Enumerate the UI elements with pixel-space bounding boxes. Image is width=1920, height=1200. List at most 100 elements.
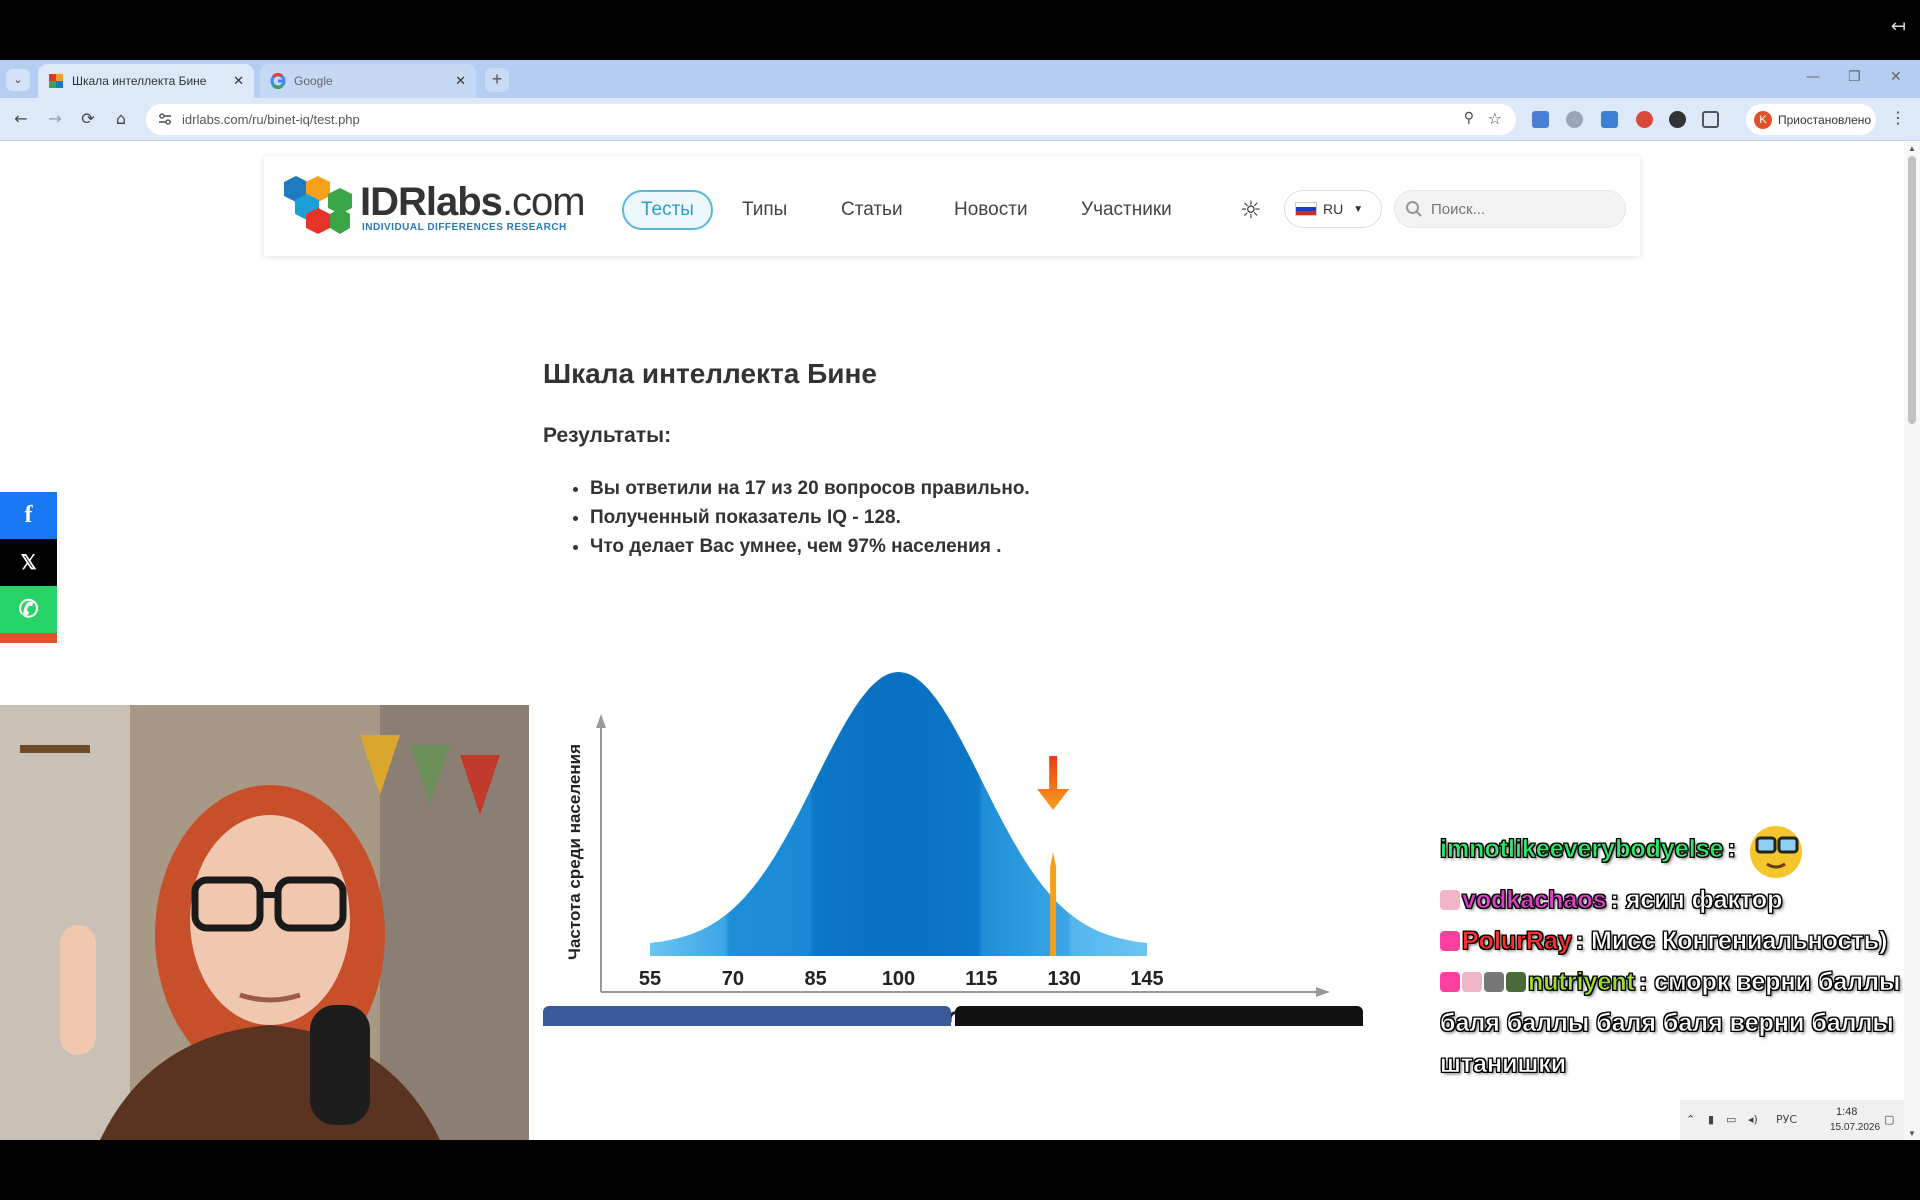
tab-google[interactable]: Google ✕ xyxy=(260,64,476,98)
close-window-icon[interactable]: ✕ xyxy=(1890,69,1902,85)
tab-title: Google xyxy=(294,74,333,88)
extension-translate-icon[interactable] xyxy=(1601,111,1618,128)
chat-text: Мисс Конгениальность) xyxy=(1591,927,1888,956)
tab-search-button[interactable]: ⌄ xyxy=(6,69,30,91)
nerd-face-emote-icon xyxy=(1749,826,1802,878)
browser-toolbar: ← → ⟳ ⌂ idrlabs.com/ru/binet-iq/test.php… xyxy=(0,98,1920,141)
results-list: Вы ответили на 17 из 20 вопросов правиль… xyxy=(590,478,1030,565)
y-axis-label: Частота среди населения xyxy=(565,744,584,960)
reload-icon[interactable]: ⟳ xyxy=(77,109,99,128)
browser-menu-icon[interactable]: ⋮ xyxy=(1890,108,1906,127)
x-tick-label: 100 xyxy=(882,968,915,990)
y-axis-arrow xyxy=(596,714,606,728)
search-input[interactable] xyxy=(1431,200,1611,218)
extensions-puzzle-icon[interactable] xyxy=(1702,111,1719,128)
nav-types[interactable]: Типы xyxy=(742,190,787,230)
new-tab-button[interactable]: + xyxy=(485,68,509,92)
avatar: K xyxy=(1754,110,1772,129)
zoom-icon[interactable]: ⚲ xyxy=(1464,110,1474,126)
chat-message: PolurRay: Мисс Конгениальность) xyxy=(1440,921,1910,962)
x-tick-label: 55 xyxy=(639,968,661,990)
minimize-icon[interactable]: — xyxy=(1806,69,1820,85)
share-results-facebook-button[interactable] xyxy=(543,1006,951,1026)
page-title: Шкала интеллекта Бине xyxy=(543,358,877,389)
profile-button[interactable]: K Приостановлено xyxy=(1746,104,1876,135)
logo-subtitle: INDIVIDUAL DIFFERENCES RESEARCH xyxy=(362,222,567,233)
language-label: RU xyxy=(1323,201,1344,217)
x-icon: 𝕏 xyxy=(20,552,37,574)
tab-close-icon[interactable]: ✕ xyxy=(455,74,466,89)
list-item: Что делает Вас умнее, чем 97% населения … xyxy=(590,536,1030,558)
logo-text: IDRlabs.com xyxy=(360,180,586,224)
score-arrow-icon xyxy=(1037,756,1070,810)
forward-icon[interactable]: → xyxy=(44,109,66,128)
tray-network-icon[interactable]: ▭ xyxy=(1726,1113,1736,1126)
idrlabs-favicon-icon xyxy=(49,74,63,88)
russia-flag-icon xyxy=(1295,202,1317,216)
back-icon[interactable]: ← xyxy=(10,109,32,128)
url-text[interactable]: idrlabs.com/ru/binet-iq/test.php xyxy=(182,112,360,127)
facebook-share-button[interactable]: f xyxy=(0,492,57,539)
whatsapp-share-button[interactable]: ✆ xyxy=(0,586,57,633)
nav-news[interactable]: Новости xyxy=(954,190,1028,230)
chat-username: imnotlikeeverybodyelse xyxy=(1440,834,1724,863)
webcam-overlay xyxy=(0,705,529,1140)
tab-idrlabs[interactable]: Шкала интеллекта Бине ✕ xyxy=(38,64,254,98)
chat-username: nutriyent xyxy=(1528,968,1636,997)
extension-dark-icon[interactable] xyxy=(1669,111,1686,128)
more-share-button[interactable] xyxy=(0,633,57,643)
tray-chevron-icon[interactable]: ⌃ xyxy=(1686,1113,1695,1126)
list-item: Вы ответили на 17 из 20 вопросов правиль… xyxy=(590,478,1030,500)
x-share-button[interactable]: 𝕏 xyxy=(0,539,57,586)
extension-v-icon[interactable] xyxy=(1532,111,1549,128)
screen: ↤ ⌄ Шкала интеллекта Бине ✕ Google ✕ + —… xyxy=(0,0,1920,1200)
chat-text: ясин фактор xyxy=(1625,886,1783,915)
tray-volume-icon[interactable]: ◂) xyxy=(1748,1113,1758,1126)
x-tick-label: 145 xyxy=(1130,968,1163,990)
chat-message: nutriyent: сморк верни баллы баля баллы … xyxy=(1440,968,1901,1079)
clock-time[interactable]: 1:48 xyxy=(1836,1106,1857,1118)
tab-title: Шкала интеллекта Бине xyxy=(72,74,207,88)
tray-usb-icon[interactable]: ▮ xyxy=(1708,1113,1714,1126)
profile-status-label: Приостановлено xyxy=(1778,112,1872,127)
scroll-down-icon[interactable]: ▼ xyxy=(1908,1129,1916,1138)
list-item: Полученный показатель IQ - 128. xyxy=(590,507,1030,529)
x-tick-label: 85 xyxy=(805,968,827,990)
maximize-icon[interactable]: ❐ xyxy=(1848,69,1861,85)
site-info-icon[interactable] xyxy=(156,110,174,128)
score-marker-bar xyxy=(1050,852,1057,956)
bell-curve-area xyxy=(650,672,1147,956)
chat-message: imnotlikeeverybodyelse: xyxy=(1440,820,1910,880)
exit-fullscreen-icon[interactable]: ↤ xyxy=(1891,16,1906,37)
site-search[interactable] xyxy=(1394,190,1626,228)
chat-badge-icon xyxy=(1506,972,1526,992)
address-bar[interactable]: idrlabs.com/ru/binet-iq/test.php ⚲ ☆ xyxy=(146,104,1516,135)
notification-icon[interactable]: ▢ xyxy=(1884,1113,1894,1126)
nav-members[interactable]: Участники xyxy=(1081,190,1172,230)
site-logo[interactable]: IDRlabs.com INDIVIDUAL DIFFERENCES RESEA… xyxy=(282,174,586,236)
x-tick-label: 115 xyxy=(965,968,997,990)
tray-language[interactable]: РУС xyxy=(1776,1113,1797,1126)
clock-date[interactable]: 15.07.2026 xyxy=(1830,1122,1880,1133)
nav-articles[interactable]: Статьи xyxy=(841,190,903,230)
site-header: IDRlabs.com INDIVIDUAL DIFFERENCES RESEA… xyxy=(264,156,1640,256)
tab-close-icon[interactable]: ✕ xyxy=(233,74,244,89)
scrollbar-thumb[interactable] xyxy=(1908,156,1916,424)
language-select[interactable]: RU ▼ xyxy=(1284,190,1382,228)
results-heading: Результаты: xyxy=(543,424,672,447)
share-results-x-button[interactable] xyxy=(955,1006,1363,1026)
extension-record-icon[interactable] xyxy=(1636,111,1653,128)
chat-username: PolurRay xyxy=(1462,927,1572,956)
chat-badge-icon xyxy=(1440,972,1460,992)
nav-tests[interactable]: Тесты xyxy=(622,190,713,230)
bookmark-star-icon[interactable]: ☆ xyxy=(1488,109,1502,128)
chat-badge-icon xyxy=(1462,972,1482,992)
chat-badge-icon xyxy=(1440,890,1460,910)
theme-toggle-sun-icon[interactable]: ☼ xyxy=(1240,196,1262,224)
scroll-up-icon[interactable]: ▲ xyxy=(1908,144,1916,153)
home-icon[interactable]: ⌂ xyxy=(110,109,132,128)
google-favicon-icon xyxy=(270,73,286,89)
chat-username: vodkachaos xyxy=(1462,886,1607,915)
tab-bar: ⌄ Шкала интеллекта Бине ✕ Google ✕ + — ❐… xyxy=(0,60,1920,98)
extension-globe-icon[interactable] xyxy=(1566,111,1583,128)
